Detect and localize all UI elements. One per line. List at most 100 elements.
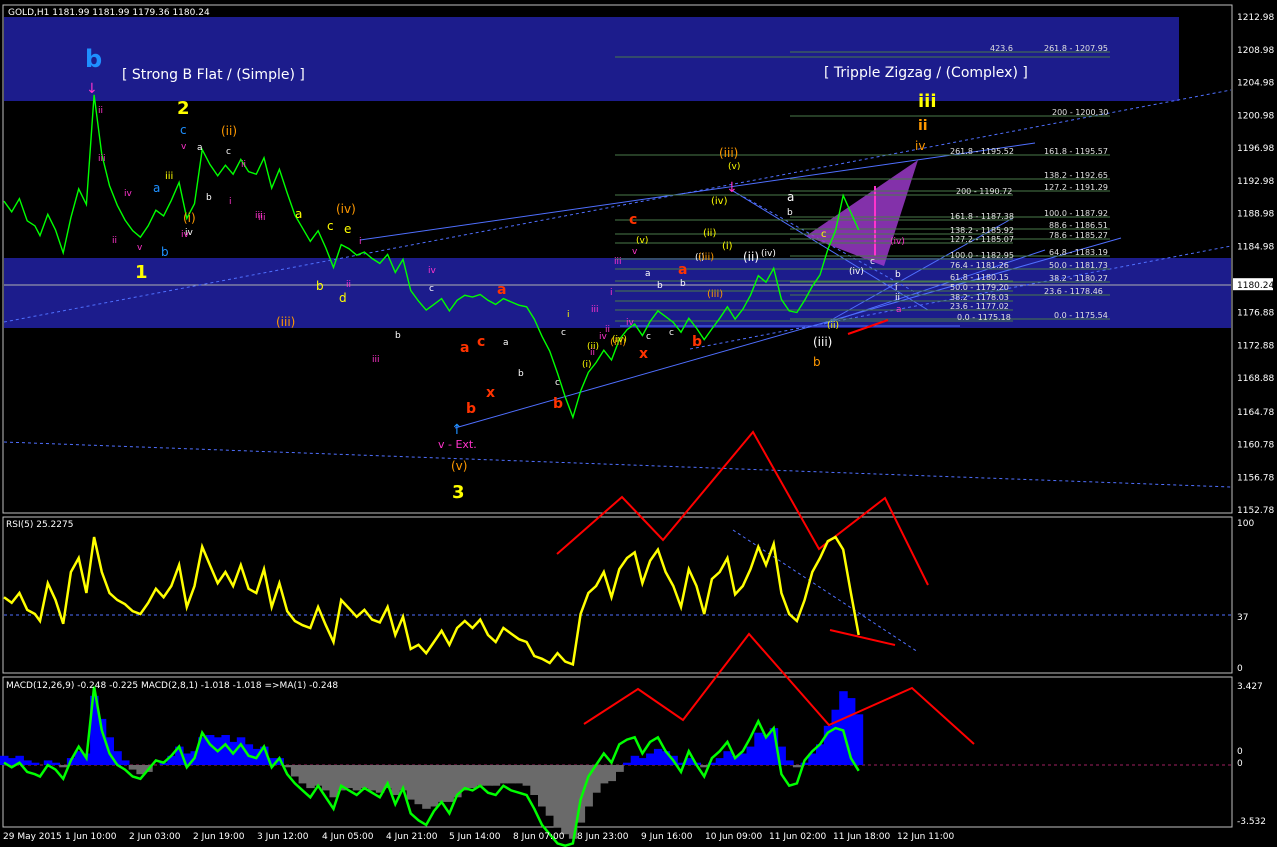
macd-hist-bar <box>136 765 145 775</box>
wave-label: b <box>692 334 702 350</box>
down-arrow-marker-2: ↓ <box>726 180 738 196</box>
wave-label: i <box>610 288 613 298</box>
wave-label: iii <box>591 305 599 315</box>
wave-label: (v) <box>451 459 467 473</box>
trading-chart[interactable]: 423.6 261.8 - 1207.95200 - 1200.30161.8 -… <box>0 0 1277 847</box>
macd-hist-bar <box>51 762 60 765</box>
wave-label: b <box>395 331 401 341</box>
macd-tick-max: 3.427 <box>1237 682 1263 692</box>
wave-label: b <box>518 369 524 379</box>
x-tick-label: 8 Jun 23:00 <box>577 832 629 842</box>
price-tick: 1212.98 <box>1237 13 1274 23</box>
wave-label: ii <box>98 106 103 116</box>
wave-label: i <box>229 197 232 207</box>
macd-hist-bar <box>298 765 308 784</box>
wave-label: d <box>339 291 347 305</box>
wave-label: b <box>161 245 169 259</box>
wave-label: iii <box>258 213 266 223</box>
wave-label: (ii) <box>703 228 716 239</box>
wave-label: e <box>344 222 351 236</box>
wave-label: v <box>181 142 187 152</box>
price-tick: 1204.98 <box>1237 79 1274 89</box>
macd-hist-bar <box>630 755 640 765</box>
rsi-tick-0: 0 <box>1237 664 1243 674</box>
wave-label: 2 <box>177 98 190 119</box>
strong-b-flat-label: [ Strong B Flat / (Simple) ] <box>122 67 305 83</box>
fib-label-a: 127.2 - 1191.29 <box>1044 183 1108 192</box>
fib-label-b: 138.2 - 1185.92 <box>950 226 1014 235</box>
wave-label: (iii) <box>276 315 295 329</box>
wave-label: (iv) <box>849 267 864 277</box>
wave-label: 3 <box>452 482 465 503</box>
wave-label: x <box>486 385 495 401</box>
wave-label: iii <box>165 171 173 182</box>
wave-label: (ii) <box>827 321 839 331</box>
macd-tick-min: -3.532 <box>1237 817 1266 827</box>
rsi-tick-37: 37 <box>1237 613 1248 623</box>
fib-label-b: 127.2 - 1185.07 <box>950 235 1014 244</box>
macd-hist-bar <box>468 765 477 789</box>
wave-label: a <box>645 269 651 279</box>
tripple-zigzag-label: [ Tripple Zigzag / (Complex) ] <box>824 65 1028 81</box>
wave-label: iv <box>428 266 437 276</box>
fib-label-b: 100.0 - 1182.95 <box>950 251 1014 260</box>
wave-label: c <box>180 123 187 137</box>
x-tick-label: 3 Jun 12:00 <box>257 832 309 842</box>
macd-hist-bar <box>623 762 632 765</box>
wave-label: b <box>316 279 324 293</box>
fib-label-b: 61.8 - 1180.15 <box>950 273 1009 282</box>
macd-hist-bar <box>437 765 447 802</box>
wave-label: (iii) <box>707 289 723 300</box>
wave-label: b <box>680 279 686 289</box>
macd-hist-bar <box>715 758 725 765</box>
fib-label-a: 200 - 1200.30 <box>1052 108 1108 117</box>
fib-label-a: 23.6 - 1178.46 <box>1044 287 1103 296</box>
x-axis: 29 May 2015 1 Jun 10:00 2 Jun 03:00 2 Jun 1… <box>3 832 954 842</box>
macd-hist-bar <box>599 765 609 784</box>
macd-hist-bar <box>615 765 624 772</box>
symbol-title: GOLD,H1 1181.99 1181.99 1179.36 1180.24 <box>8 8 210 18</box>
wave-label: b <box>85 45 102 73</box>
macd-hist-bar <box>746 746 755 765</box>
wave-label: c <box>429 284 434 294</box>
macd-hist-bar <box>491 765 501 786</box>
x-tick-label: 5 Jun 14:00 <box>449 832 501 842</box>
wave-label: iii <box>614 257 622 267</box>
wave-label: v - Ext. <box>438 438 477 451</box>
fib-label-b: 76.4 - 1181.26 <box>950 261 1009 270</box>
wave-label: a <box>460 340 469 356</box>
macd-hist-bar <box>352 765 362 791</box>
wave-label: a <box>497 282 506 298</box>
macd-hist-bar <box>607 765 616 782</box>
wave-label: (iii) <box>719 146 738 160</box>
fib-label-a: 64.8 - 1183.19 <box>1049 248 1108 257</box>
wave-label: c <box>555 378 560 388</box>
wave-label: (iii) <box>813 335 832 349</box>
wave-label: ii <box>918 118 928 134</box>
x-tick-label: 8 Jun 07:00 <box>513 832 565 842</box>
wave-label: c <box>629 212 637 228</box>
fib-label-b: 38.2 - 1178.03 <box>950 293 1009 302</box>
macd-hist-bar <box>59 765 68 768</box>
macd-hist-bar <box>23 760 32 765</box>
wave-label: (ii) <box>221 124 237 138</box>
macd-hist-bar <box>522 765 532 786</box>
wave-label: a <box>896 305 902 315</box>
macd-hist-bar <box>762 735 771 765</box>
macd-hist-bar <box>368 765 377 791</box>
price-tick: 1172.88 <box>1237 341 1274 351</box>
wave-label: (iv) <box>761 249 776 259</box>
price-tick: 1184.98 <box>1237 242 1274 252</box>
wave-label: b <box>466 401 476 417</box>
macd-hist-bar <box>406 765 416 800</box>
macd-hist-bar <box>530 765 539 795</box>
macd-hist-bar <box>499 765 508 784</box>
wave-label: a <box>153 181 160 195</box>
x-tick-label: 2 Jun 03:00 <box>129 832 181 842</box>
macd-hist-bar <box>561 765 570 835</box>
wave-label: (ii) <box>743 250 759 264</box>
wave-label: a <box>197 143 203 153</box>
wave-label: c <box>870 257 875 267</box>
price-tick: 1192.98 <box>1237 177 1274 187</box>
up-arrow-marker: ↑ <box>451 422 463 438</box>
